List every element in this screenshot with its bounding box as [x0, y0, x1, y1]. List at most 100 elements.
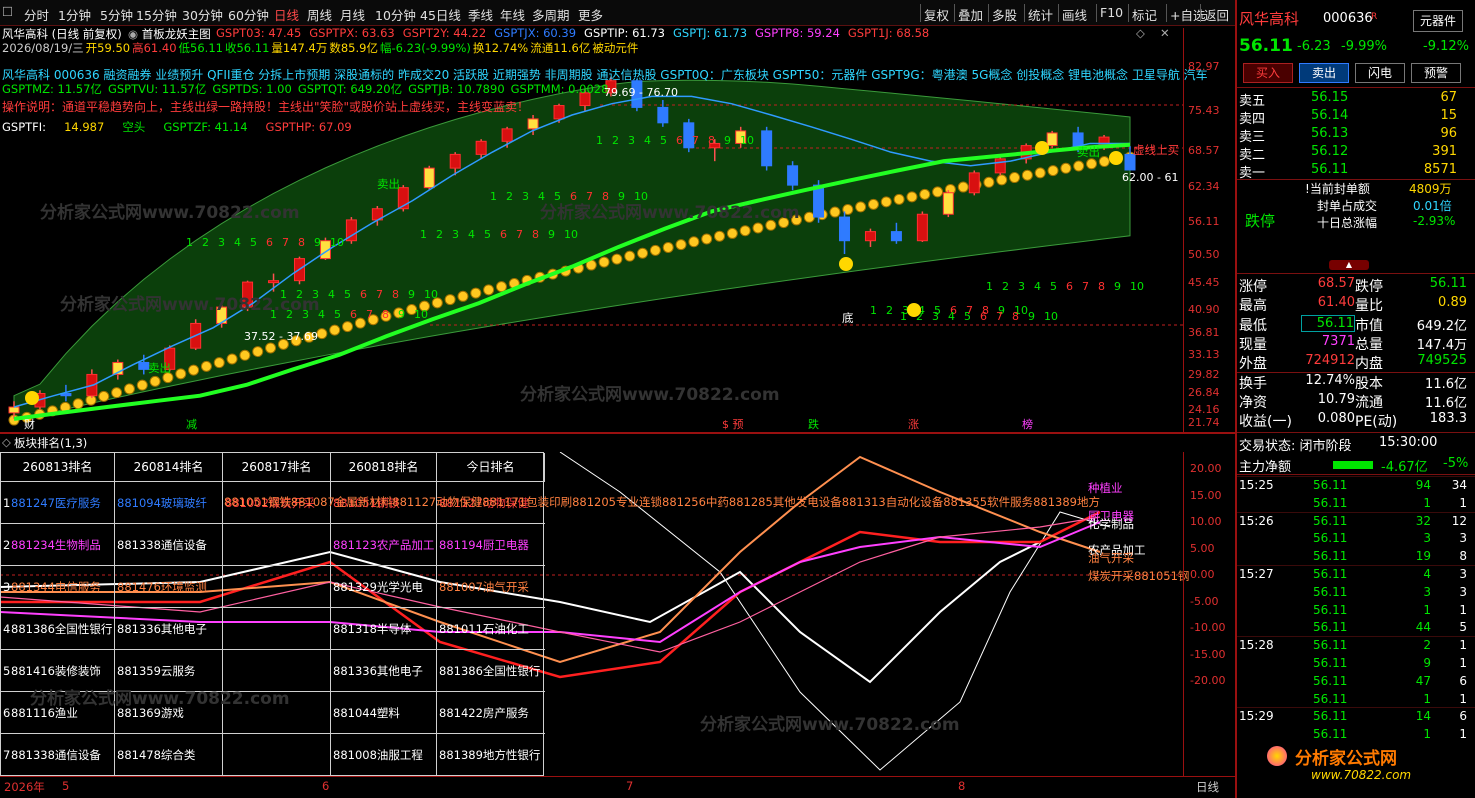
sector-cell[interactable]: 881386全国性银行 [439, 650, 545, 692]
period-tab-2[interactable]: 5分钟 [100, 5, 133, 24]
sector-cell[interactable]: 881094玻璃玻纤 [117, 482, 223, 524]
period-tab-11[interactable]: 季线 [468, 5, 493, 24]
period-tab-12[interactable]: 年线 [500, 5, 525, 24]
sector-cell[interactable]: 881247医疗服务 [11, 482, 115, 524]
expand-icon[interactable]: ▲ [1329, 260, 1369, 270]
candle-body[interactable] [994, 158, 1006, 174]
sector-button[interactable]: 元器件 [1413, 10, 1463, 32]
sector-cell[interactable] [225, 566, 331, 608]
candle-body[interactable] [864, 231, 876, 242]
candle-body[interactable] [916, 213, 928, 242]
period-tab-9[interactable]: 10分钟 [375, 5, 416, 24]
sector-cell[interactable]: 881008油服工程 [333, 734, 437, 776]
candle-body[interactable] [968, 172, 980, 194]
candle-body[interactable] [890, 231, 902, 242]
event-marker[interactable]: 涨 [908, 416, 919, 432]
sector-cell[interactable]: 881389地方性银行 [439, 734, 545, 776]
period-tab-1[interactable]: 1分钟 [58, 5, 91, 24]
candle-body[interactable] [501, 128, 513, 142]
candle-body[interactable] [942, 192, 954, 215]
sector-cell[interactable]: 881344电信服务 [11, 566, 115, 608]
sector-cell[interactable]: 881386全国性银行 [11, 608, 115, 650]
period-tab-6[interactable]: 日线 [274, 5, 299, 24]
toolbar-button-6[interactable]: 标记 [1132, 5, 1157, 24]
event-marker[interactable]: 财 [24, 416, 35, 432]
candle-body[interactable] [553, 105, 565, 120]
table-row[interactable]: 3 881344电信服务 881476环境监测 881329光学光电 881007油气开… [1, 565, 545, 608]
sector-cell[interactable] [225, 608, 331, 650]
sector-cell[interactable]: 881336其他电子 [333, 650, 437, 692]
candle-body[interactable] [423, 167, 435, 189]
sector-cell[interactable]: 881476环境监测 [117, 566, 223, 608]
table-row[interactable]: 7 881338通信设备 881478综合类 881008油服工程 881389地方性银… [1, 733, 545, 776]
candle-body[interactable] [8, 406, 20, 414]
candle-body[interactable] [475, 140, 487, 155]
period-tab-3[interactable]: 15分钟 [136, 5, 177, 24]
period-tab-13[interactable]: 多周期 [532, 5, 570, 24]
candle-body[interactable] [1046, 132, 1058, 147]
table-row[interactable]: 4 881386全国性银行 881336其他电子 881318半导体 881011石油化… [1, 607, 545, 650]
menu-box-icon[interactable]: ☐ [2, 4, 13, 19]
rank-column-header[interactable]: 260818排名 [331, 453, 437, 481]
period-tab-4[interactable]: 30分钟 [182, 5, 223, 24]
toolbar-button-4[interactable]: 画线 [1062, 5, 1087, 24]
period-tab-0[interactable]: 分时 [24, 5, 49, 24]
toolbar-button-5[interactable]: F10 [1100, 5, 1123, 20]
period-tab-5[interactable]: 60分钟 [228, 5, 269, 24]
close-icon[interactable]: ✕ [1160, 26, 1170, 40]
toolbar-button-3[interactable]: 统计 [1028, 5, 1053, 24]
candle-body[interactable] [787, 165, 799, 186]
sector-cell[interactable]: 881329光学光电 [333, 566, 437, 608]
ask-price[interactable]: 56.14 [1311, 108, 1348, 123]
sell-button[interactable]: 卖出 [1299, 63, 1349, 83]
candle-body[interactable] [657, 106, 669, 124]
panel-menu-icon[interactable]: ◇ [2, 435, 11, 449]
sector-cell[interactable] [225, 734, 331, 776]
ask-price[interactable]: 56.13 [1311, 126, 1348, 141]
settings-icon[interactable]: ◇ [1136, 26, 1145, 40]
event-marker[interactable]: 跌 [808, 416, 819, 432]
period-tab-10[interactable]: 45日线 [420, 5, 461, 24]
event-marker[interactable]: 榜 [1022, 416, 1033, 432]
event-marker[interactable]: 减 [186, 416, 197, 432]
sector-cell[interactable]: 881338通信设备 [117, 524, 223, 566]
sector-cell[interactable]: 881478综合类 [117, 734, 223, 776]
sector-cell[interactable]: 881234生物制品 [11, 524, 115, 566]
rank-column-header[interactable]: 260814排名 [115, 453, 223, 481]
event-marker[interactable]: $ 预 [722, 416, 744, 432]
candle-body[interactable] [449, 153, 461, 169]
toolbar-button-8[interactable]: 返回 [1204, 5, 1229, 24]
sector-cell[interactable] [225, 524, 331, 566]
period-tab-8[interactable]: 月线 [340, 5, 365, 24]
sector-cell[interactable]: 881422房产服务 [439, 692, 545, 734]
sector-cell[interactable]: 881044塑料 [333, 692, 437, 734]
toolbar-button-0[interactable]: 复权 [924, 5, 949, 24]
candle-body[interactable] [761, 130, 773, 167]
alert-button[interactable]: 预警 [1411, 63, 1461, 83]
sector-cell[interactable]: 881194厨卫电器 [439, 524, 545, 566]
ask-price[interactable]: 56.15 [1311, 90, 1348, 105]
period-label[interactable]: 日线 [1196, 779, 1219, 795]
rank-column-header[interactable]: 260813排名 [1, 453, 115, 481]
sector-cell[interactable]: 881336其他电子 [117, 608, 223, 650]
rank-column-header[interactable]: 260817排名 [223, 453, 331, 481]
toolbar-button-1[interactable]: 叠加 [958, 5, 983, 24]
candle-body[interactable] [268, 280, 280, 284]
kline-chart[interactable]: 1 2 3 4 5 6 7 8 9 10 1 2 3 4 5 6 7 8 9 10 1 2 3 4 5 6 7 8 9 10 1 2 3 4 5 6 7… [0, 26, 1233, 433]
period-tab-14[interactable]: 更多 [578, 5, 603, 24]
sector-cell[interactable]: 881338通信设备 [11, 734, 115, 776]
table-row[interactable]: 2 881234生物制品 881338通信设备 881123农产品加工 881194厨卫… [1, 523, 545, 566]
flash-trade-button[interactable]: 闪电 [1355, 63, 1405, 83]
candle-body[interactable] [839, 216, 851, 242]
sector-cell[interactable]: 881318半导体 [333, 608, 437, 650]
sector-cell[interactable]: 881007油气开采 [439, 566, 545, 608]
ask-price[interactable]: 56.12 [1311, 144, 1348, 159]
sector-cell[interactable]: 881011石油化工 [439, 608, 545, 650]
toolbar-button-2[interactable]: 多股 [992, 5, 1017, 24]
rank-column-header[interactable]: 今日排名 [437, 453, 545, 481]
sector-cell[interactable]: 881123农产品加工 [333, 524, 437, 566]
buy-button[interactable]: 买入 [1243, 63, 1293, 83]
ask-price[interactable]: 56.11 [1311, 162, 1348, 177]
period-tab-7[interactable]: 周线 [307, 5, 332, 24]
candle-body[interactable] [527, 118, 539, 130]
